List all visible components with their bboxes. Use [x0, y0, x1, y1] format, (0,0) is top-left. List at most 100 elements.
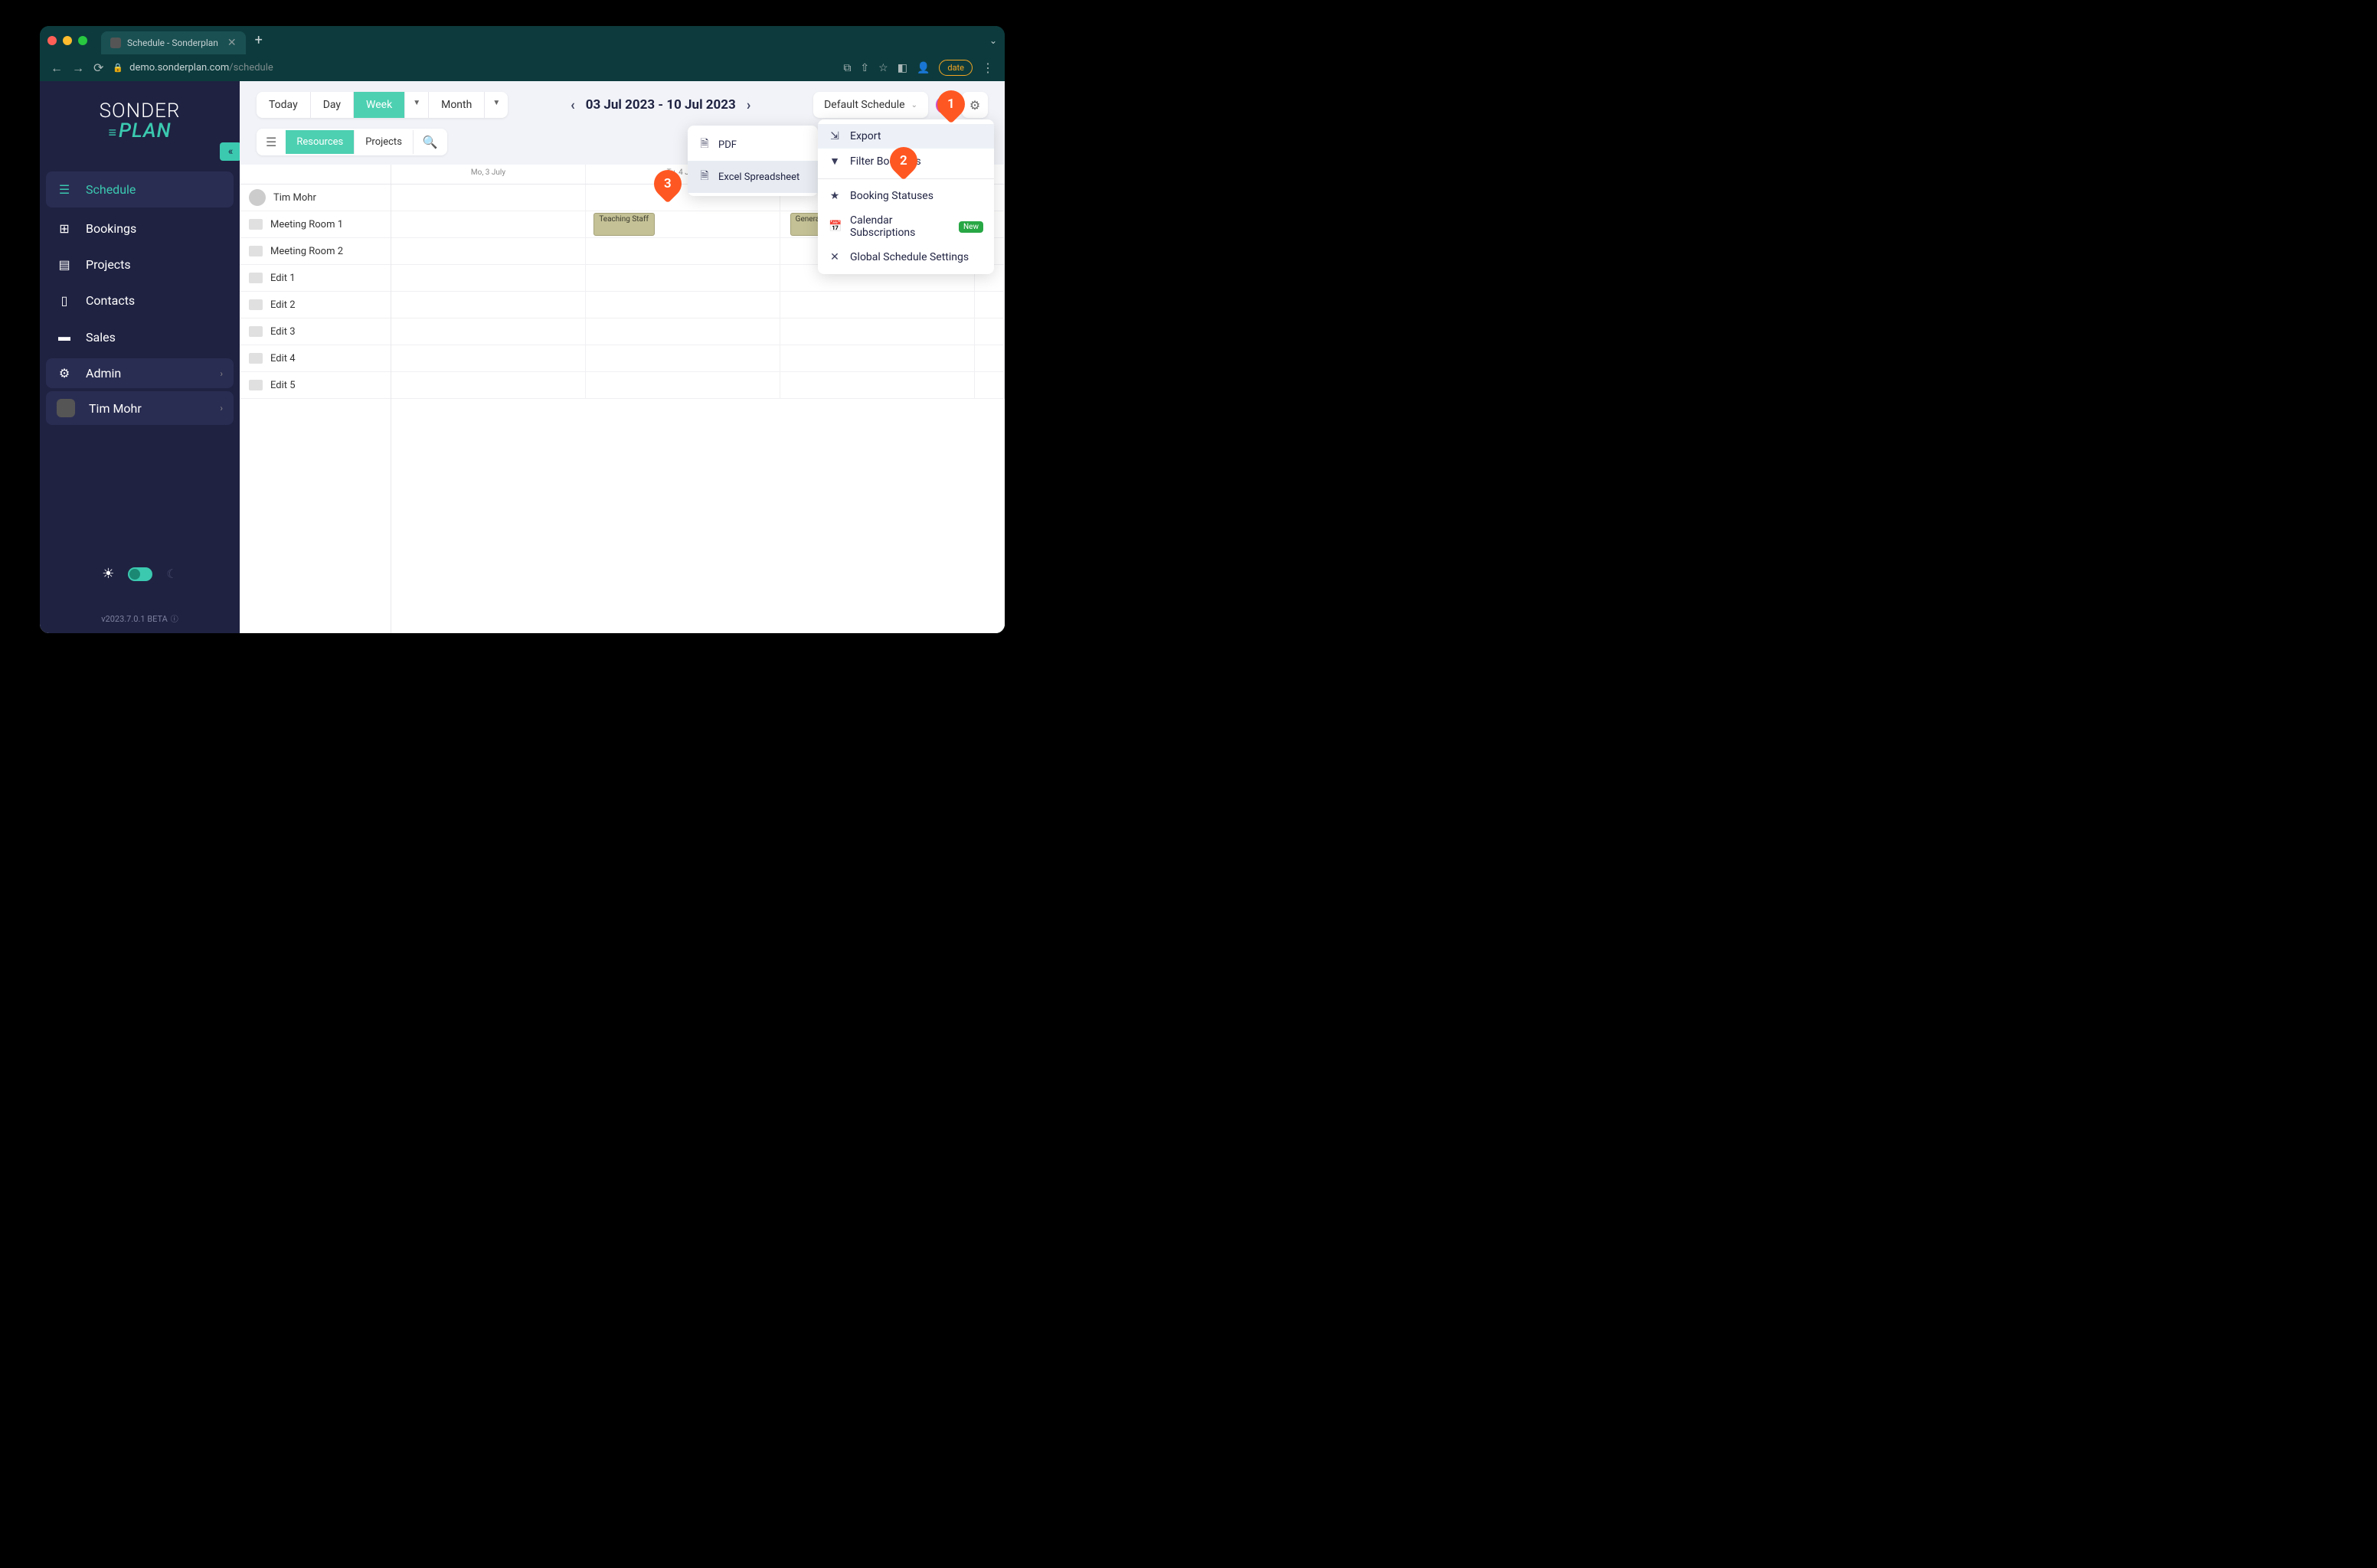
lock-icon: 🔒: [113, 63, 123, 73]
week-dropdown-icon[interactable]: ▼: [405, 92, 429, 118]
logo: SONDER ≡PLAN: [40, 81, 240, 161]
update-button[interactable]: date: [939, 60, 973, 76]
nav-label: Schedule: [86, 182, 136, 197]
browser-window: Schedule - Sonderplan ✕ + ⌄ ← → ⟳ 🔒 demo…: [40, 26, 1005, 633]
resource-row[interactable]: Edit 5: [240, 372, 391, 399]
projects-tab[interactable]: Projects: [355, 130, 414, 154]
room-icon: [249, 380, 263, 390]
resource-row[interactable]: Tim Mohr: [240, 185, 391, 211]
maximize-window-button[interactable]: [78, 36, 87, 45]
reload-button[interactable]: ⟳: [93, 60, 103, 75]
sidebar-item-sales[interactable]: ▬ Sales: [40, 318, 240, 355]
day-button[interactable]: Day: [311, 92, 354, 118]
sidebar-item-bookings[interactable]: ⊞ Bookings: [40, 211, 240, 247]
theme-toggle: ☀ ☾: [40, 550, 240, 612]
toolbar-top: Today Day Week ▼ Month ▼ ‹ 03 Jul 2023 -…: [240, 81, 1005, 124]
next-week-button[interactable]: ›: [747, 97, 750, 113]
back-button[interactable]: ←: [51, 60, 63, 76]
settings-button[interactable]: ⚙: [962, 92, 988, 118]
pdf-icon: 🗎: [698, 136, 711, 154]
theme-toggle-switch[interactable]: [128, 567, 152, 581]
resource-row[interactable]: Meeting Room 2: [240, 238, 391, 265]
export-excel-item[interactable]: 🗎 Excel Spreadsheet: [688, 161, 818, 193]
resource-row[interactable]: Edit 4: [240, 345, 391, 372]
profile-icon[interactable]: 👤: [917, 62, 930, 74]
menu-export[interactable]: ⇲ Export: [818, 124, 994, 149]
logo-bottom: PLAN: [119, 119, 172, 142]
sidebar-item-profile[interactable]: Tim Mohr ›: [46, 391, 234, 425]
today-button[interactable]: Today: [257, 92, 311, 118]
nav-label: Bookings: [86, 221, 136, 236]
sidebar-item-admin[interactable]: ⚙ Admin ›: [46, 358, 234, 388]
admin-icon: ⚙: [57, 366, 72, 381]
month-button[interactable]: Month: [429, 92, 485, 118]
nav-label: Admin: [86, 366, 121, 381]
avatar: [249, 189, 266, 206]
resources-tab[interactable]: Resources: [286, 130, 355, 154]
browser-tab[interactable]: Schedule - Sonderplan ✕: [101, 31, 246, 54]
grid-row[interactable]: [391, 345, 1005, 372]
projects-icon: ▤: [57, 257, 72, 272]
grid-row[interactable]: [391, 372, 1005, 399]
moon-icon: ☾: [166, 567, 177, 581]
chevron-down-icon: ⌄: [911, 101, 917, 109]
browser-tab-bar: Schedule - Sonderplan ✕ + ⌄: [40, 26, 1005, 54]
resource-header: [240, 165, 391, 185]
excel-icon: 🗎: [698, 168, 711, 186]
menu-calendar-subscriptions[interactable]: 📅 Calendar Subscriptions New: [818, 208, 994, 245]
nav-items: ☰ Schedule ⊞ Bookings ▤ Projects ▯ Conta…: [40, 168, 240, 428]
nav-label: Sales: [86, 330, 116, 345]
schedule-select[interactable]: Default Schedule ⌄: [813, 92, 928, 118]
week-button[interactable]: Week: [354, 92, 405, 118]
prev-week-button[interactable]: ‹: [571, 97, 575, 113]
url-field[interactable]: 🔒 demo.sonderplan.com/schedule: [113, 62, 834, 74]
grid-row[interactable]: [391, 318, 1005, 345]
date-range-buttons: Today Day Week ▼ Month ▼: [257, 92, 508, 118]
url-right-icons: ⧉ ⇧ ☆ ◧ 👤 date ⋮: [843, 60, 994, 76]
menu-booking-statuses[interactable]: ★ Booking Statuses: [818, 184, 994, 208]
sidebar-item-schedule[interactable]: ☰ Schedule: [46, 172, 234, 207]
open-external-icon[interactable]: ⧉: [843, 62, 851, 74]
resource-row[interactable]: Edit 1: [240, 265, 391, 292]
filter-icon: ▼: [829, 155, 841, 168]
kebab-menu-icon[interactable]: ⋮: [982, 60, 994, 75]
resource-row[interactable]: Meeting Room 1: [240, 211, 391, 238]
export-pdf-item[interactable]: 🗎 PDF: [688, 129, 818, 161]
schedule-select-label: Default Schedule: [824, 99, 905, 111]
sidebar-item-contacts[interactable]: ▯ Contacts: [40, 283, 240, 318]
extensions-icon[interactable]: ◧: [898, 62, 907, 74]
filter-icon[interactable]: ☰: [257, 129, 286, 155]
close-tab-icon[interactable]: ✕: [227, 37, 237, 49]
grid-row[interactable]: [391, 292, 1005, 318]
tab-overflow-icon[interactable]: ⌄: [989, 35, 997, 46]
menu-global-settings[interactable]: ✕ Global Schedule Settings: [818, 245, 994, 270]
search-button[interactable]: 🔍: [414, 129, 447, 155]
traffic-lights: [47, 36, 87, 45]
booking-event[interactable]: Teaching Staff: [593, 213, 655, 236]
room-icon: [249, 273, 263, 283]
sidebar-item-projects[interactable]: ▤ Projects: [40, 247, 240, 283]
url-bar: ← → ⟳ 🔒 demo.sonderplan.com/schedule ⧉ ⇧…: [40, 54, 1005, 81]
forward-button[interactable]: →: [72, 60, 84, 76]
calendar-icon: 📅: [829, 220, 841, 233]
tools-icon: ✕: [829, 251, 841, 263]
tab-title: Schedule - Sonderplan: [127, 38, 218, 48]
chevron-right-icon: ›: [220, 403, 223, 413]
room-icon: [249, 299, 263, 310]
nav-label: Projects: [86, 257, 131, 272]
close-window-button[interactable]: [47, 36, 57, 45]
share-icon[interactable]: ⇧: [860, 62, 869, 74]
month-dropdown-icon[interactable]: ▼: [485, 92, 508, 118]
help-icon[interactable]: ⓘ: [171, 616, 178, 624]
resource-row[interactable]: Edit 2: [240, 292, 391, 318]
export-submenu: 🗎 PDF 🗎 Excel Spreadsheet: [688, 126, 818, 196]
minimize-window-button[interactable]: [63, 36, 72, 45]
collapse-sidebar-button[interactable]: «: [220, 142, 241, 161]
star-icon: ★: [829, 190, 841, 202]
export-icon: ⇲: [829, 130, 841, 142]
room-icon: [249, 246, 263, 256]
bookmark-icon[interactable]: ☆: [878, 62, 888, 74]
url-host: demo.sonderplan.com: [129, 62, 229, 74]
new-tab-button[interactable]: +: [255, 32, 263, 48]
resource-row[interactable]: Edit 3: [240, 318, 391, 345]
